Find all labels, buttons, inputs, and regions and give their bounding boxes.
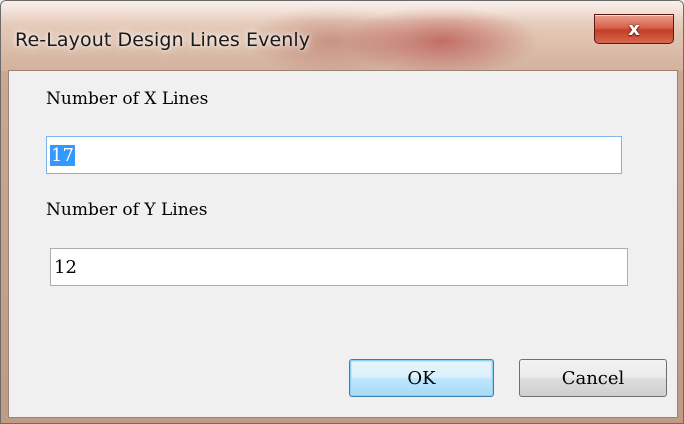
window-title: Re-Layout Design Lines Evenly [15, 29, 311, 51]
title-bar-shine [1, 1, 683, 21]
y-lines-value: 12 [54, 256, 77, 278]
x-lines-value: 17 [50, 144, 75, 166]
dialog-window: Re-Layout Design Lines Evenly x Number o… [0, 0, 684, 424]
title-bar[interactable]: Re-Layout Design Lines Evenly x [1, 1, 683, 71]
y-lines-input[interactable]: 12 [50, 248, 628, 286]
cancel-button[interactable]: Cancel [519, 359, 667, 397]
x-lines-label: Number of X Lines [46, 89, 209, 109]
dialog-body: Number of X Lines 17 Number of Y Lines 1… [8, 70, 678, 418]
ok-button[interactable]: OK [349, 359, 494, 397]
y-lines-label: Number of Y Lines [46, 200, 208, 220]
x-lines-input[interactable]: 17 [46, 136, 622, 174]
close-icon: x [628, 18, 640, 40]
close-button[interactable]: x [594, 14, 674, 44]
